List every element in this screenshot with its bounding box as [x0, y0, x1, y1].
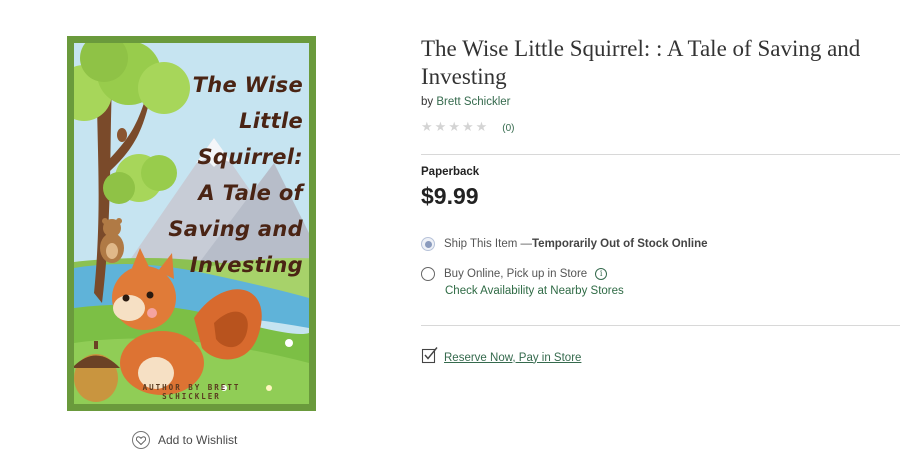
byline-prefix: by — [421, 96, 434, 108]
checklist-icon — [421, 346, 439, 369]
wishlist-label: Add to Wishlist — [158, 433, 238, 447]
star-icon: ★ — [475, 120, 488, 135]
pickup-radio[interactable] — [421, 267, 435, 281]
star-icon: ★ — [448, 120, 460, 135]
info-icon[interactable]: i — [595, 268, 608, 280]
pickup-label: Buy Online, Pick up in Store — [444, 268, 588, 280]
price: $9.99 — [421, 183, 479, 209]
format-label: Paperback — [421, 166, 480, 178]
ship-label: Ship This Item — — [444, 238, 532, 250]
cover-title-line: The Wise — [192, 73, 303, 97]
cover-title-line: A Tale of — [198, 181, 303, 205]
cover-title-line: Little — [239, 109, 303, 133]
star-icon: ★ — [421, 120, 433, 135]
reserve-now-option[interactable]: Reserve Now, Pay in Store — [421, 346, 581, 369]
byline: by Brett Schickler — [421, 96, 511, 108]
divider — [421, 325, 900, 326]
pickup-in-store-option[interactable]: Buy Online, Pick up in Store i — [421, 267, 608, 281]
cover-title-line: Investing — [189, 253, 303, 277]
reserve-now-link[interactable]: Reserve Now, Pay in Store — [444, 352, 581, 364]
cover-title-line: Squirrel: — [197, 145, 303, 169]
cover-author-text: AUTHOR BY BRETT SCHICKLER — [74, 383, 309, 401]
review-count-link[interactable]: (0) — [502, 123, 514, 134]
star-rating: ★ ★ ★ ★ ★ — [421, 121, 487, 135]
author-link[interactable]: Brett Schickler — [436, 96, 510, 108]
add-to-wishlist-button[interactable]: Add to Wishlist — [132, 431, 237, 449]
product-title: The Wise Little Squirrel: : A Tale of Sa… — [421, 36, 861, 89]
star-icon: ★ — [434, 120, 447, 135]
cover-title-line: Saving and — [168, 217, 303, 241]
ship-radio[interactable] — [421, 237, 435, 251]
heart-icon — [132, 431, 150, 449]
cover-author-line: SCHICKLER — [162, 392, 221, 401]
book-cover[interactable]: The Wise Little Squirrel: A Tale of Savi… — [67, 36, 316, 411]
divider — [421, 154, 900, 155]
check-availability-link[interactable]: Check Availability at Nearby Stores — [445, 285, 624, 297]
ship-this-item-option[interactable]: Ship This Item — Temporarily Out of Stoc… — [421, 237, 708, 251]
rating[interactable]: ★ ★ ★ ★ ★ (0) — [421, 121, 515, 135]
ship-status: Temporarily Out of Stock Online — [532, 238, 708, 250]
star-icon: ★ — [461, 120, 474, 135]
cover-author-line: AUTHOR BY BRETT — [142, 383, 241, 392]
cover-title-text: The Wise Little Squirrel: A Tale of Savi… — [153, 67, 303, 283]
cover-art: The Wise Little Squirrel: A Tale of Savi… — [74, 43, 309, 404]
